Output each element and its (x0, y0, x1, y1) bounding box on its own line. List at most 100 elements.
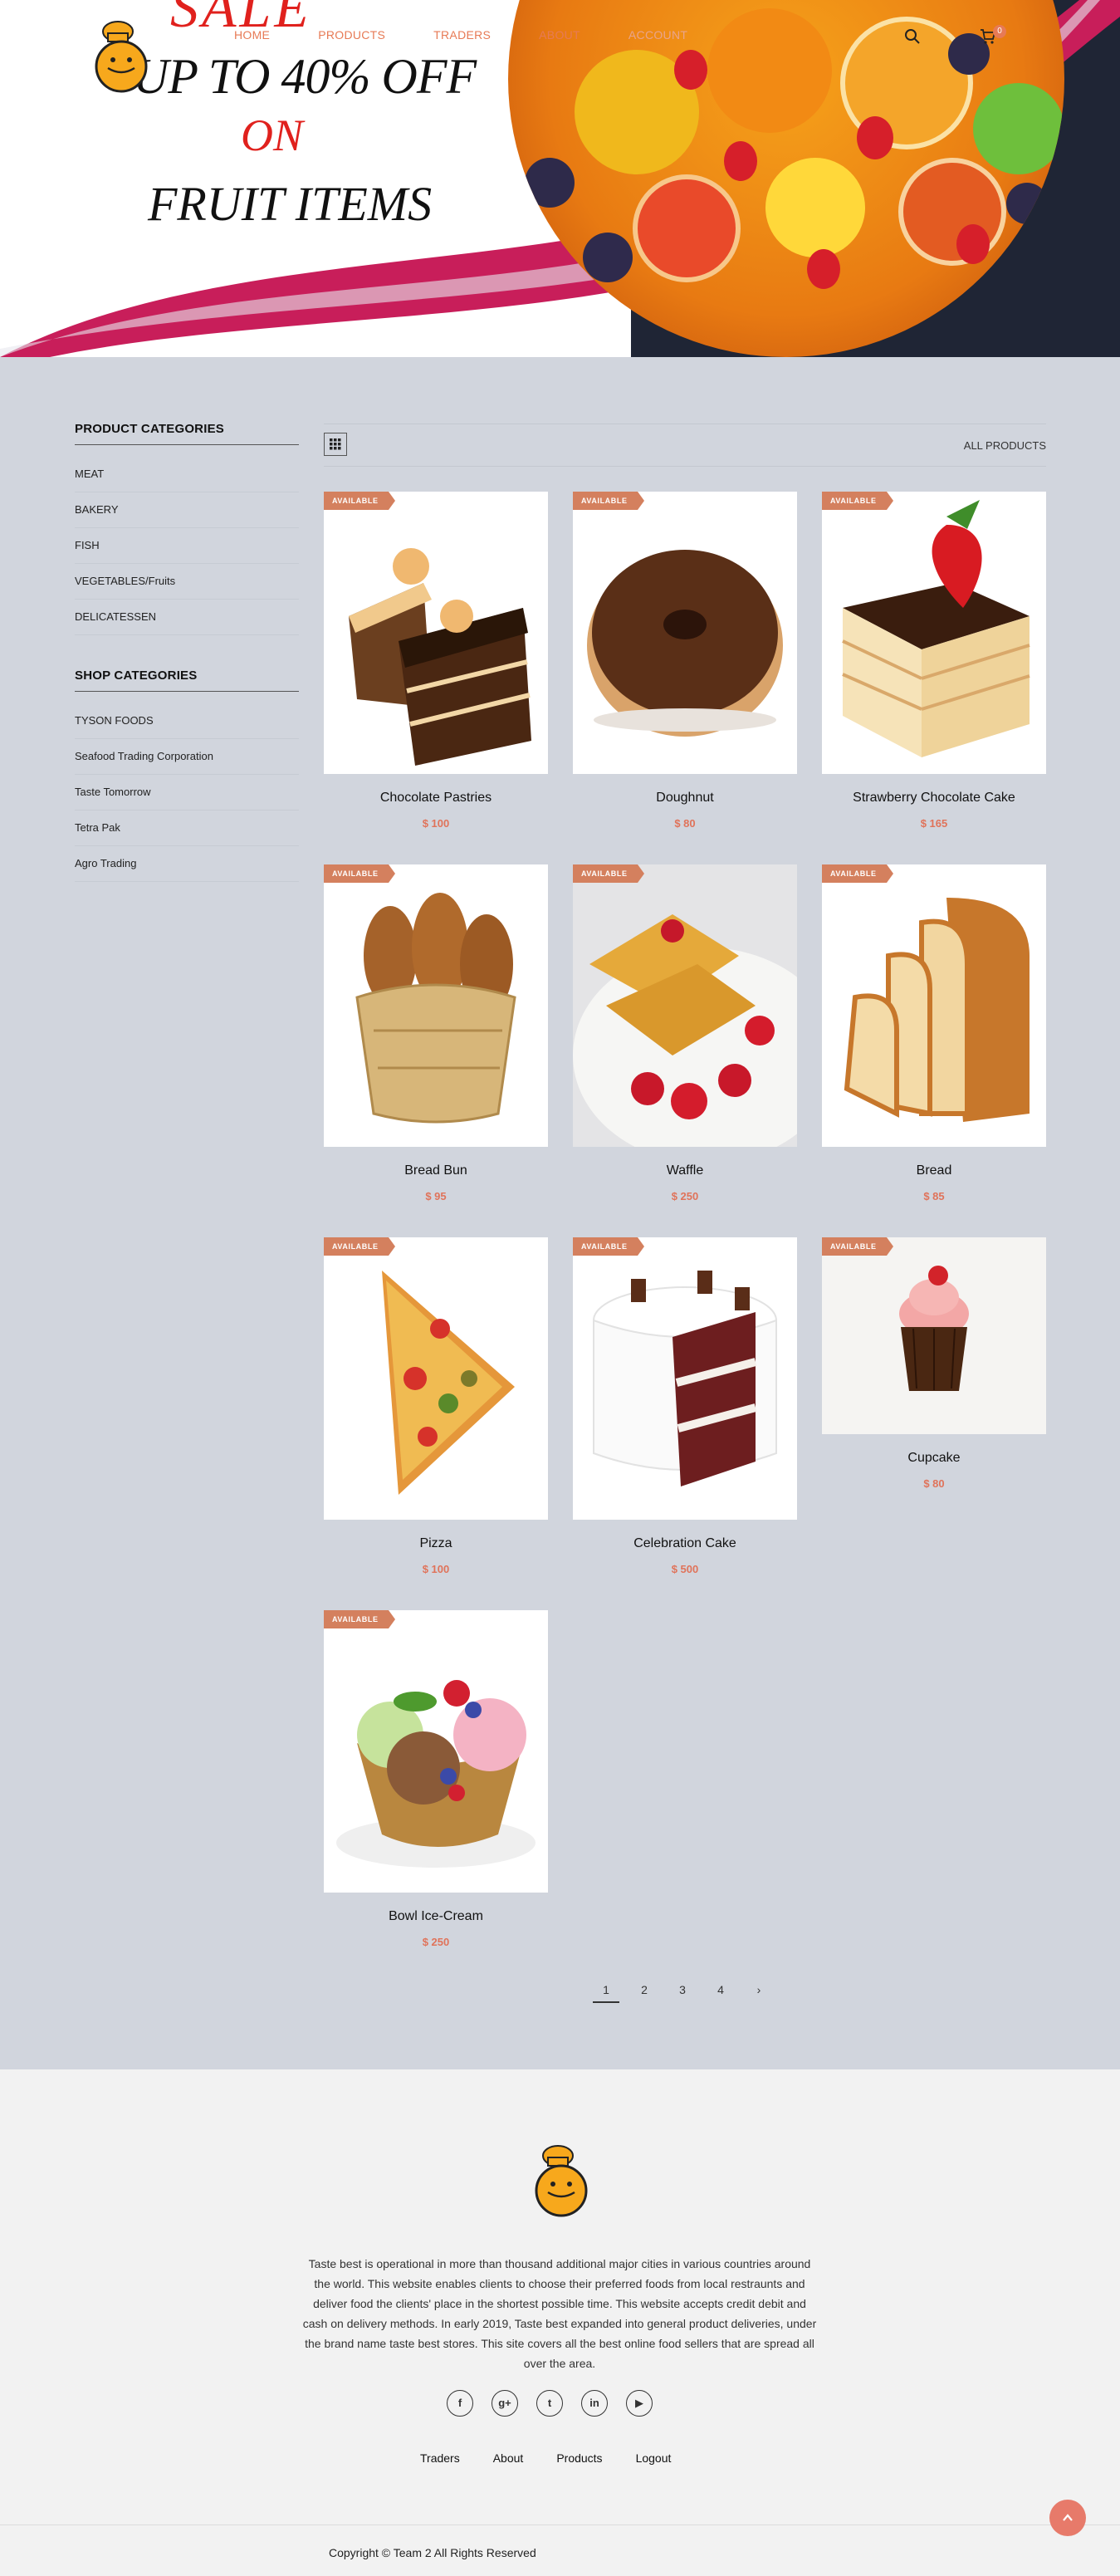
product-name[interactable]: Bread Bun (324, 1163, 548, 1178)
product-card[interactable]: AVAILABLE Pizza $ 100 (324, 1237, 548, 1575)
footer-links: Traders About Products Logout (420, 2451, 704, 2465)
footer-link-products[interactable]: Products (556, 2451, 602, 2465)
product-card[interactable]: AVAILABLE Strawberry Chocolate Cake $ 16… (822, 492, 1046, 830)
shop-categories-title: SHOP CATEGORIES (75, 668, 299, 692)
product-image[interactable]: AVAILABLE (324, 492, 548, 774)
nav-products[interactable]: PRODUCTS (318, 28, 385, 42)
page-2-link[interactable]: 2 (631, 1983, 658, 2003)
shop-seafood-trading[interactable]: Seafood Trading Corporation (75, 739, 299, 775)
nav-about[interactable]: ABOUT (539, 28, 580, 42)
product-name[interactable]: Waffle (573, 1163, 797, 1178)
grid-view-button[interactable] (324, 433, 347, 456)
availability-badge: AVAILABLE (822, 864, 893, 883)
product-name[interactable]: Pizza (324, 1536, 548, 1551)
availability-badge: AVAILABLE (822, 492, 893, 510)
product-categories-title: PRODUCT CATEGORIES (75, 422, 299, 445)
product-card[interactable]: AVAILABLE Waffle $ 250 (573, 864, 797, 1202)
availability-badge: AVAILABLE (324, 864, 395, 883)
product-name[interactable]: Cupcake (822, 1451, 1046, 1466)
product-name[interactable]: Doughnut (573, 791, 797, 806)
page-4-link[interactable]: 4 (707, 1983, 734, 2003)
pizza-illustration (382, 1271, 515, 1495)
promo-line-1: UP TO 40% OFF (133, 49, 477, 104)
product-image[interactable]: AVAILABLE (573, 492, 797, 774)
product-price: $ 250 (422, 1936, 450, 1948)
shop-taste-tomorrow[interactable]: Taste Tomorrow (75, 775, 299, 811)
next-page-link[interactable]: › (746, 1983, 772, 2003)
shop-tetra-pak[interactable]: Tetra Pak (75, 811, 299, 846)
waffle-illustration (573, 914, 797, 1147)
product-price: $ 100 (422, 1563, 450, 1575)
product-price: $ 95 (425, 1190, 447, 1202)
footer: Taste best is operational in more than t… (0, 2069, 1120, 2576)
back-to-top-button[interactable] (1049, 2500, 1086, 2536)
all-products-filter[interactable]: ALL PRODUCTS (964, 439, 1046, 452)
page-1-link[interactable]: 1 (593, 1983, 619, 2003)
product-name[interactable]: Bowl Ice-Cream (324, 1909, 548, 1924)
page-3-link[interactable]: 3 (669, 1983, 696, 2003)
celebration-cake-illustration (593, 1271, 777, 1486)
footer-link-traders[interactable]: Traders (420, 2451, 460, 2465)
category-fish[interactable]: FISH (75, 528, 299, 564)
chevron-up-icon (1063, 2514, 1073, 2521)
product-name[interactable]: Chocolate Pastries (324, 791, 548, 806)
chef-logo-icon[interactable] (88, 18, 151, 95)
product-image[interactable]: AVAILABLE (822, 864, 1046, 1147)
google-plus-icon[interactable]: g+ (492, 2390, 518, 2417)
category-meat[interactable]: MEAT (75, 457, 299, 492)
main-nav: HOME PRODUCTS TRADERS ABOUT ACCOUNT (234, 28, 736, 42)
chef-logo-icon[interactable] (528, 2143, 591, 2219)
product-price: $ 165 (920, 817, 948, 830)
promo-line-2: ON (241, 110, 304, 160)
availability-badge: AVAILABLE (573, 1237, 644, 1256)
product-price: $ 500 (671, 1563, 699, 1575)
product-name[interactable]: Strawberry Chocolate Cake (822, 791, 1046, 806)
shop-tyson-foods[interactable]: TYSON FOODS (75, 703, 299, 739)
product-image[interactable]: AVAILABLE (822, 492, 1046, 774)
category-vegetables-fruits[interactable]: VEGETABLES/Fruits (75, 564, 299, 600)
product-price: $ 85 (923, 1190, 945, 1202)
youtube-icon[interactable]: ▶ (626, 2390, 653, 2417)
product-image[interactable]: AVAILABLE (573, 864, 797, 1147)
sidebar: PRODUCT CATEGORIES MEAT BAKERY FISH VEGE… (75, 422, 299, 915)
availability-badge: AVAILABLE (324, 1237, 395, 1256)
product-image[interactable]: AVAILABLE (324, 1237, 548, 1520)
product-image[interactable]: AVAILABLE (324, 864, 548, 1147)
product-image[interactable]: AVAILABLE (324, 1610, 548, 1893)
doughnut-illustration (587, 550, 783, 737)
product-image[interactable]: AVAILABLE (573, 1237, 797, 1520)
nav-traders[interactable]: TRADERS (433, 28, 491, 42)
search-icon[interactable] (904, 28, 921, 45)
product-name[interactable]: Bread (822, 1163, 1046, 1178)
product-card[interactable]: AVAILABLE Doughnut $ 80 (573, 492, 797, 830)
hero-banner: SALE UP TO 40% OFF ON FRUIT ITEMS HOME P… (0, 0, 1120, 357)
product-toolbar: ALL PRODUCTS (324, 424, 1046, 467)
footer-link-logout[interactable]: Logout (636, 2451, 672, 2465)
product-card[interactable]: AVAILABLE Bowl Ice-Cream $ 250 (324, 1610, 548, 1948)
product-card[interactable]: AVAILABLE Bread Bun $ 95 (324, 864, 548, 1202)
product-name[interactable]: Celebration Cake (573, 1536, 797, 1551)
copyright-text: Copyright © Team 2 All Rights Reserved (329, 2546, 536, 2559)
shop-categories-list: TYSON FOODS Seafood Trading Corporation … (75, 703, 299, 882)
nav-home[interactable]: HOME (234, 28, 270, 42)
product-image[interactable]: AVAILABLE (822, 1237, 1046, 1434)
tumblr-icon[interactable]: t (536, 2390, 563, 2417)
facebook-icon[interactable]: f (447, 2390, 473, 2417)
ice-cream-illustration (336, 1680, 536, 1868)
bread-bun-illustration (355, 893, 516, 1124)
product-card[interactable]: AVAILABLE Bread $ 85 (822, 864, 1046, 1202)
shop-agro-trading[interactable]: Agro Trading (75, 846, 299, 882)
footer-about-text: Taste best is operational in more than t… (302, 2257, 817, 2370)
footer-link-about[interactable]: About (493, 2451, 524, 2465)
product-card[interactable]: AVAILABLE Cupcake $ 80 (822, 1237, 1046, 1490)
product-categories-list: MEAT BAKERY FISH VEGETABLES/Fruits DELIC… (75, 457, 299, 635)
availability-badge: AVAILABLE (573, 864, 644, 883)
linkedin-icon[interactable]: in (581, 2390, 608, 2417)
grid-icon (330, 438, 341, 450)
category-bakery[interactable]: BAKERY (75, 492, 299, 528)
product-card[interactable]: AVAILABLE Celebration Cake $ 500 (573, 1237, 797, 1575)
product-card[interactable]: AVAILABLE Chocolate Pastries $ 100 (324, 492, 548, 830)
nav-account[interactable]: ACCOUNT (628, 28, 687, 42)
category-delicatessen[interactable]: DELICATESSEN (75, 600, 299, 635)
pastry-illustration (349, 548, 531, 766)
